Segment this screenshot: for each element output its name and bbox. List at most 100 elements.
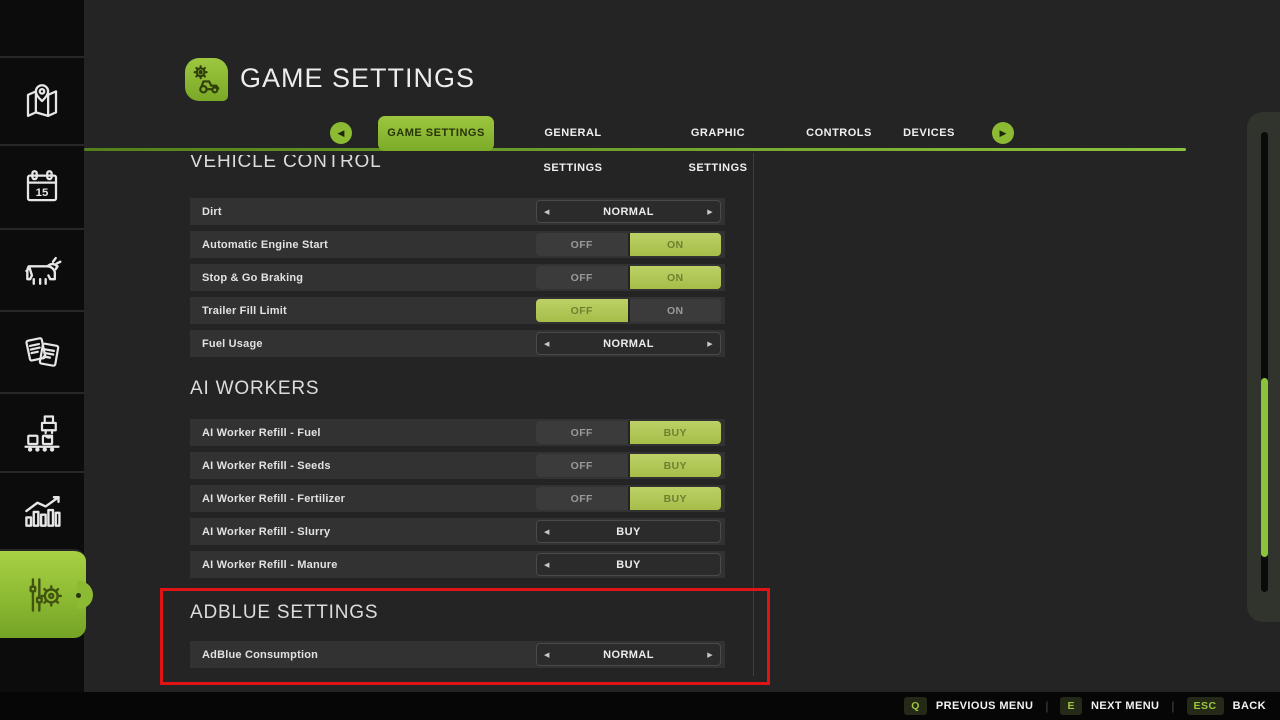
setting-row-fuel-usage: Fuel Usage ◀ NORMAL ▶: [190, 330, 725, 357]
hint-next-menu: E NEXT MENU: [1060, 697, 1159, 715]
selector-ai-worker-refill-manure[interactable]: ◀ BUY: [536, 553, 721, 576]
sidebar-item-game-settings[interactable]: [0, 549, 93, 638]
tab-controls[interactable]: CONTROLS: [806, 116, 872, 151]
selector-dirt[interactable]: ◀ NORMAL ▶: [536, 200, 721, 223]
tab-underline: [84, 148, 1186, 151]
section-heading-vehicle-control: VEHICLE CONTROL: [190, 155, 382, 172]
selector-value: BUY: [616, 525, 641, 538]
hint-back: ESC BACK: [1186, 697, 1266, 715]
toggle-option-buy[interactable]: BUY: [627, 487, 721, 510]
settings-sliders-gear-icon: [29, 577, 63, 612]
sidebar-item-calendar[interactable]: 15: [0, 144, 84, 228]
setting-label: Automatic Engine Start: [202, 238, 329, 251]
game-settings-screen: 15 GAME SETTINGS ◀ GAME SETTINGS GENERAL…: [0, 0, 1280, 720]
key-e-badge: E: [1060, 697, 1082, 715]
ai-workers-rows: AI Worker Refill - Fuel OFF BUY AI Worker R…: [190, 419, 725, 578]
tab-graphic-settings[interactable]: GRAPHIC SETTINGS: [660, 116, 776, 174]
setting-row-ai-worker-refill-manure: AI Worker Refill - Manure ◀ BUY: [190, 551, 725, 578]
setting-label: AI Worker Refill - Slurry: [202, 525, 331, 538]
key-esc-badge: ESC: [1186, 697, 1224, 715]
selector-fuel-usage[interactable]: ◀ NORMAL ▶: [536, 332, 721, 355]
key-q-badge: Q: [904, 697, 927, 715]
selector-left-arrow-icon[interactable]: ◀: [544, 208, 550, 216]
toggle-option-off[interactable]: OFF: [536, 266, 628, 289]
menu-header-icon-badge: [185, 58, 228, 101]
setting-row-trailer-fill-limit: Trailer Fill Limit OFF ON: [190, 297, 725, 324]
selector-right-arrow-icon[interactable]: ▶: [707, 208, 713, 216]
setting-row-ai-worker-refill-slurry: AI Worker Refill - Slurry ◀ BUY: [190, 518, 725, 545]
selector-value: NORMAL: [603, 337, 654, 350]
prev-tab-arrow-button[interactable]: ◀: [330, 122, 352, 144]
toggle-trailer-fill-limit: OFF ON: [536, 299, 721, 322]
toggle-option-on[interactable]: ON: [627, 299, 721, 322]
selector-value: BUY: [616, 558, 641, 571]
vehicle-control-rows: Dirt ◀ NORMAL ▶ Automatic Engine Start OFF ON S…: [190, 198, 725, 357]
selector-value: NORMAL: [603, 205, 654, 218]
scrollbar-thumb[interactable]: [1261, 378, 1268, 558]
calendar-icon: 15: [26, 170, 58, 202]
selector-ai-worker-refill-slurry[interactable]: ◀ BUY: [536, 520, 721, 543]
toggle-option-buy[interactable]: BUY: [627, 454, 721, 477]
production-icon: [24, 414, 60, 452]
setting-label: AI Worker Refill - Manure: [202, 558, 338, 571]
tractor-gear-icon: [193, 64, 219, 93]
toggle-ai-worker-refill-fuel: OFF BUY: [536, 421, 721, 444]
page-title: GAME SETTINGS: [240, 63, 476, 93]
toggle-option-off[interactable]: OFF: [536, 454, 628, 477]
hint-separator: |: [1045, 699, 1049, 713]
hint-label-previous-menu: PREVIOUS MENU: [935, 700, 1034, 712]
tab-general-settings[interactable]: GENERAL SETTINGS: [514, 116, 632, 174]
toggle-option-off[interactable]: OFF: [536, 233, 628, 256]
sidebar: 15: [0, 0, 93, 720]
adblue-highlight-box: [160, 588, 770, 685]
toggle-option-on[interactable]: ON: [627, 266, 721, 289]
toggle-ai-worker-refill-fertilizer: OFF BUY: [536, 487, 721, 510]
sidebar-item-animals[interactable]: [0, 228, 84, 310]
setting-label: AI Worker Refill - Seeds: [202, 459, 331, 472]
tab-devices[interactable]: DEVICES: [900, 116, 958, 151]
toggle-option-off[interactable]: OFF: [536, 299, 628, 322]
toggle-option-on[interactable]: ON: [627, 233, 721, 256]
setting-row-automatic-engine-start: Automatic Engine Start OFF ON: [190, 231, 725, 258]
setting-row-stop-go-braking: Stop & Go Braking OFF ON: [190, 264, 725, 291]
setting-label: Trailer Fill Limit: [202, 304, 287, 317]
setting-label: Stop & Go Braking: [202, 271, 304, 284]
selector-left-arrow-icon[interactable]: ◀: [544, 528, 550, 536]
sidebar-item-production[interactable]: [0, 392, 84, 471]
toggle-stop-go-braking: OFF ON: [536, 266, 721, 289]
sidebar-item-statistics[interactable]: [0, 471, 84, 549]
setting-label: Dirt: [202, 205, 222, 218]
documents-icon: [25, 337, 60, 367]
hint-previous-menu: Q PREVIOUS MENU: [904, 697, 1033, 715]
toggle-automatic-engine-start: OFF ON: [536, 233, 721, 256]
footer-bar: Q PREVIOUS MENU | E NEXT MENU | ESC BACK: [0, 692, 1280, 720]
toggle-option-buy[interactable]: BUY: [627, 421, 721, 444]
setting-row-dirt: Dirt ◀ NORMAL ▶: [190, 198, 725, 225]
tab-game-settings[interactable]: GAME SETTINGS: [378, 116, 494, 151]
hint-label-back: BACK: [1232, 700, 1266, 712]
sidebar-item-finances[interactable]: [0, 310, 84, 392]
setting-label: AI Worker Refill - Fertilizer: [202, 492, 346, 505]
setting-label: Fuel Usage: [202, 337, 263, 350]
setting-row-ai-worker-refill-seeds: AI Worker Refill - Seeds OFF BUY: [190, 452, 725, 479]
setting-label: AI Worker Refill - Fuel: [202, 426, 321, 439]
scrollbar-track[interactable]: [1261, 132, 1268, 592]
selector-left-arrow-icon[interactable]: ◀: [544, 340, 550, 348]
svg-text:15: 15: [36, 187, 49, 199]
selector-right-arrow-icon[interactable]: ▶: [707, 340, 713, 348]
hint-separator: |: [1171, 699, 1175, 713]
setting-row-ai-worker-refill-fertilizer: AI Worker Refill - Fertilizer OFF BUY: [190, 485, 725, 512]
scrollbar-shell: [1247, 112, 1280, 622]
setting-row-ai-worker-refill-fuel: AI Worker Refill - Fuel OFF BUY: [190, 419, 725, 446]
toggle-option-off[interactable]: OFF: [536, 421, 628, 444]
hint-label-next-menu: NEXT MENU: [1091, 700, 1160, 712]
next-tab-arrow-button[interactable]: ▶: [992, 122, 1014, 144]
selector-left-arrow-icon[interactable]: ◀: [544, 561, 550, 569]
toggle-ai-worker-refill-seeds: OFF BUY: [536, 454, 721, 477]
tab-bar: ◀ GAME SETTINGS GENERAL SETTINGS GRAPHIC…: [0, 110, 1280, 174]
active-item-dot: [76, 592, 81, 598]
statistics-icon: [25, 496, 61, 527]
toggle-option-off[interactable]: OFF: [536, 487, 628, 510]
section-heading-ai-workers: AI WORKERS: [190, 378, 320, 399]
